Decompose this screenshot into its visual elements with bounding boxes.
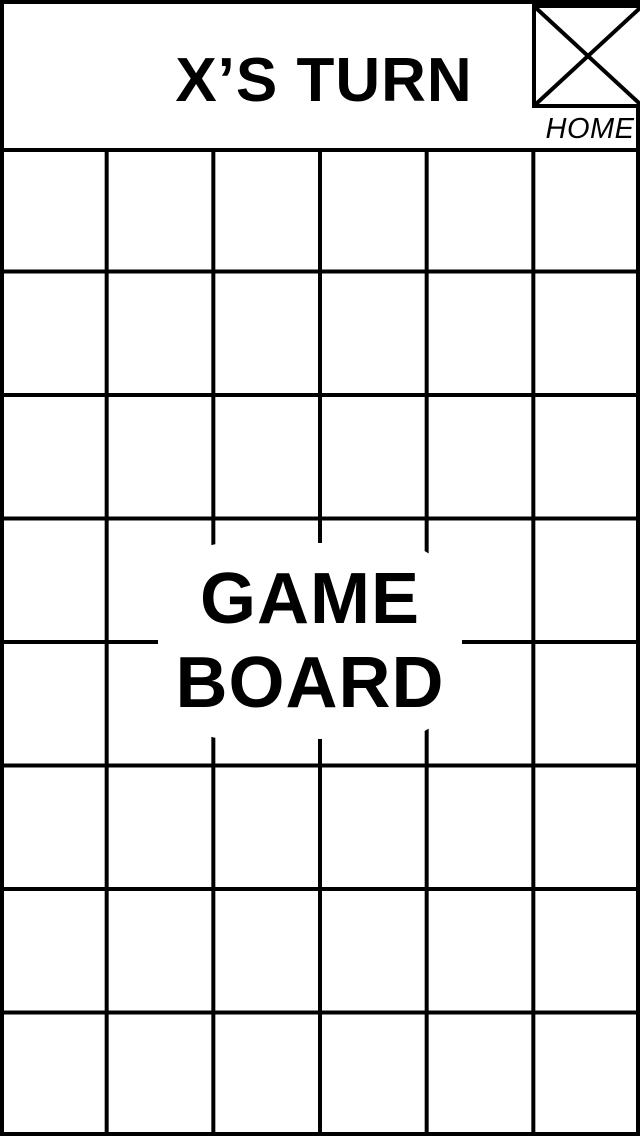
board-cell[interactable] xyxy=(0,518,107,643)
game-screen: X’S TURN HOME GAME BOARD xyxy=(0,0,640,1136)
board-cell[interactable] xyxy=(426,889,534,1013)
game-board[interactable]: GAME BOARD xyxy=(0,148,640,1136)
board-cell[interactable] xyxy=(213,1012,320,1136)
board-cell[interactable] xyxy=(0,765,107,890)
board-cell[interactable] xyxy=(0,642,107,766)
board-cell[interactable] xyxy=(533,765,640,890)
board-cell[interactable] xyxy=(426,271,534,396)
board-cell[interactable] xyxy=(106,395,214,519)
board-cell[interactable] xyxy=(426,1012,534,1136)
board-cell[interactable] xyxy=(213,148,320,272)
board-cell[interactable] xyxy=(426,765,534,890)
board-cell[interactable] xyxy=(213,395,320,519)
board-cell[interactable] xyxy=(533,889,640,1013)
board-cell[interactable] xyxy=(533,271,640,396)
board-cell[interactable] xyxy=(213,765,320,890)
board-cell[interactable] xyxy=(426,395,534,519)
board-cell[interactable] xyxy=(106,765,214,890)
board-label-line-1: GAME xyxy=(200,559,420,639)
board-cell[interactable] xyxy=(320,889,427,1013)
board-cell[interactable] xyxy=(0,395,107,519)
home-button[interactable]: HOME xyxy=(532,4,640,156)
board-label-line-2: BOARD xyxy=(175,643,445,723)
board-cell[interactable] xyxy=(426,148,534,272)
board-cell[interactable] xyxy=(320,765,427,890)
turn-indicator: X’S TURN xyxy=(175,45,473,115)
board-cell[interactable] xyxy=(0,1012,107,1136)
board-cell[interactable] xyxy=(320,271,427,396)
board-cell[interactable] xyxy=(533,395,640,519)
home-label: HOME xyxy=(545,113,635,145)
board-cell[interactable] xyxy=(213,271,320,396)
board-cell[interactable] xyxy=(0,271,107,396)
board-cell[interactable] xyxy=(106,271,214,396)
board-cell[interactable] xyxy=(106,148,214,272)
board-cell[interactable] xyxy=(320,148,427,272)
board-cell[interactable] xyxy=(533,148,640,272)
board-cell[interactable] xyxy=(213,889,320,1013)
board-cell[interactable] xyxy=(106,889,214,1013)
board-cell[interactable] xyxy=(533,642,640,766)
board-cell[interactable] xyxy=(320,1012,427,1136)
x-box-icon xyxy=(532,4,640,108)
board-cell[interactable] xyxy=(106,1012,214,1136)
board-cell[interactable] xyxy=(0,148,107,272)
board-cell[interactable] xyxy=(0,889,107,1013)
board-label: GAME BOARD xyxy=(158,543,462,739)
header-bar: X’S TURN HOME xyxy=(0,0,640,152)
board-cell[interactable] xyxy=(533,1012,640,1136)
board-cell[interactable] xyxy=(533,518,640,643)
board-cell[interactable] xyxy=(320,395,427,519)
